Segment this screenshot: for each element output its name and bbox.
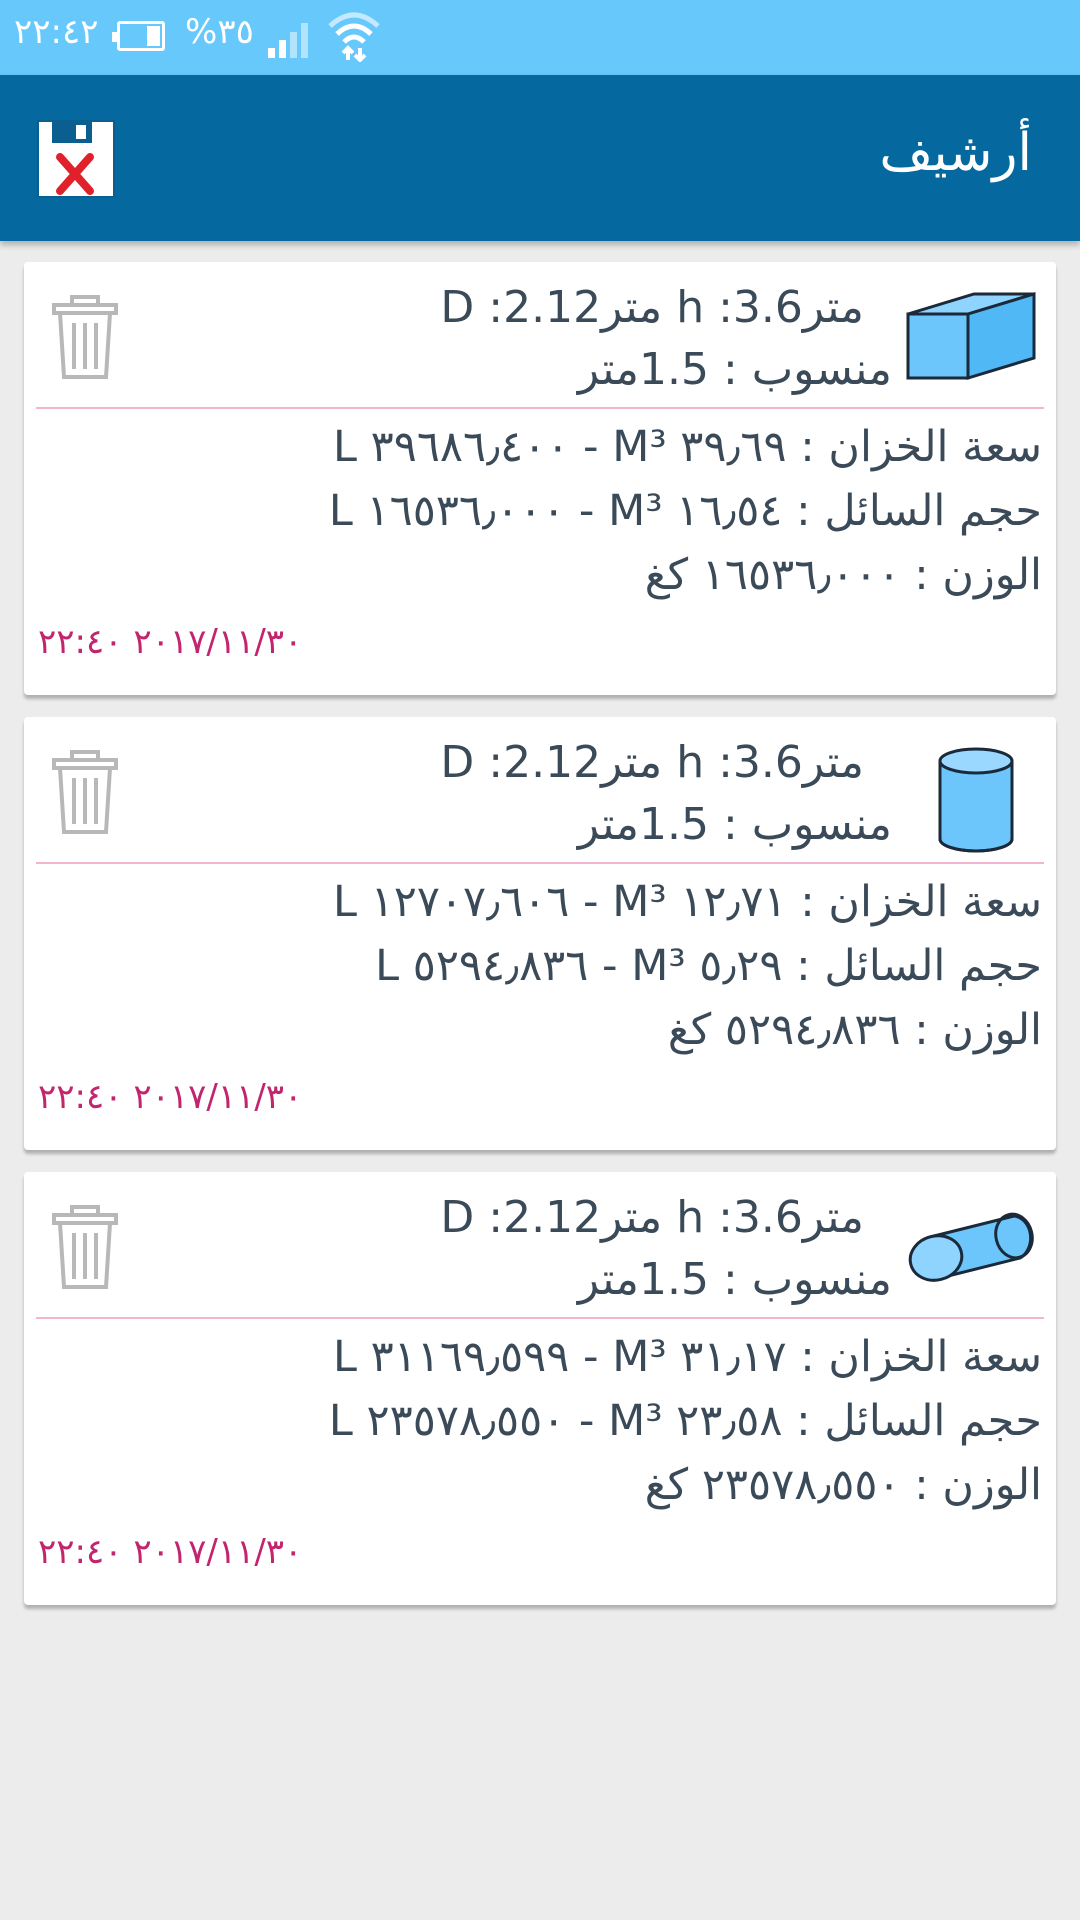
app-bar: أرشيف — [0, 75, 1080, 241]
trash-icon[interactable] — [52, 1205, 118, 1291]
vertical-cylinder-tank-icon — [938, 747, 1014, 853]
trash-icon[interactable] — [52, 750, 118, 836]
liquid-volume: حجم السائل : ٥٫٢٩ M³ - ٥٢٩٤٫٨٣٦ L — [375, 941, 1042, 991]
liquid-weight: الوزن : ١٦٥٣٦٫٠٠٠ كغ — [644, 550, 1042, 600]
floppy-disk-delete-icon[interactable] — [34, 117, 118, 201]
liquid-weight: الوزن : ٢٣٥٧٨٫٥٥٠ كغ — [644, 1460, 1042, 1510]
status-bar: ٢٢:٤٢ %٣٥ — [0, 0, 1080, 75]
signal-icon — [268, 23, 308, 58]
status-time: ٢٢:٤٢ — [14, 12, 99, 52]
record-date: ٢٠١٧/١١/٣٠ ٢٢:٤٠ — [38, 1532, 303, 1572]
battery-percent: %٣٥ — [185, 12, 254, 52]
tank-capacity: سعة الخزان : ٣١٫١٧ M³ - ٣١١٦٩٫٥٩٩ L — [333, 1332, 1042, 1382]
record-date: ٢٠١٧/١١/٣٠ ٢٢:٤٠ — [38, 1077, 303, 1117]
archive-card: D :2.12متر h :3.6متر منسوب : 1.5متر سعة … — [24, 717, 1056, 1150]
record-date: ٢٠١٧/١١/٣٠ ٢٢:٤٠ — [38, 622, 303, 662]
archive-card: D :2.12متر h :3.6متر منسوب : 1.5متر سعة … — [24, 262, 1056, 695]
rectangular-tank-icon — [906, 291, 1036, 381]
liquid-weight: الوزن : ٥٢٩٤٫٨٣٦ كغ — [667, 1005, 1042, 1055]
divider — [36, 1317, 1044, 1319]
liquid-level: منسوب : 1.5متر — [577, 799, 892, 850]
tank-dimensions: D :2.12متر h :3.6متر — [440, 737, 864, 788]
horizontal-cylinder-tank-icon — [908, 1212, 1034, 1282]
divider — [36, 407, 1044, 409]
tank-dimensions: D :2.12متر h :3.6متر — [440, 282, 864, 333]
tank-dimensions: D :2.12متر h :3.6متر — [440, 1192, 864, 1243]
trash-icon[interactable] — [52, 295, 118, 381]
tank-capacity: سعة الخزان : ٣٩٫٦٩ M³ - ٣٩٦٨٦٫٤٠٠ L — [333, 422, 1042, 472]
battery-icon — [112, 21, 165, 51]
liquid-volume: حجم السائل : ٢٣٫٥٨ M³ - ٢٣٥٧٨٫٥٥٠ L — [328, 1396, 1042, 1446]
divider — [36, 862, 1044, 864]
liquid-level: منسوب : 1.5متر — [577, 344, 892, 395]
page-title: أرشيف — [879, 123, 1032, 183]
tank-capacity: سعة الخزان : ١٢٫٧١ M³ - ١٢٧٠٧٫٦٠٦ L — [333, 877, 1042, 927]
liquid-level: منسوب : 1.5متر — [577, 1254, 892, 1305]
liquid-volume: حجم السائل : ١٦٫٥٤ M³ - ١٦٥٣٦٫٠٠٠ L — [328, 486, 1042, 536]
wifi-icon — [328, 12, 380, 62]
archive-card: D :2.12متر h :3.6متر منسوب : 1.5متر سعة … — [24, 1172, 1056, 1605]
